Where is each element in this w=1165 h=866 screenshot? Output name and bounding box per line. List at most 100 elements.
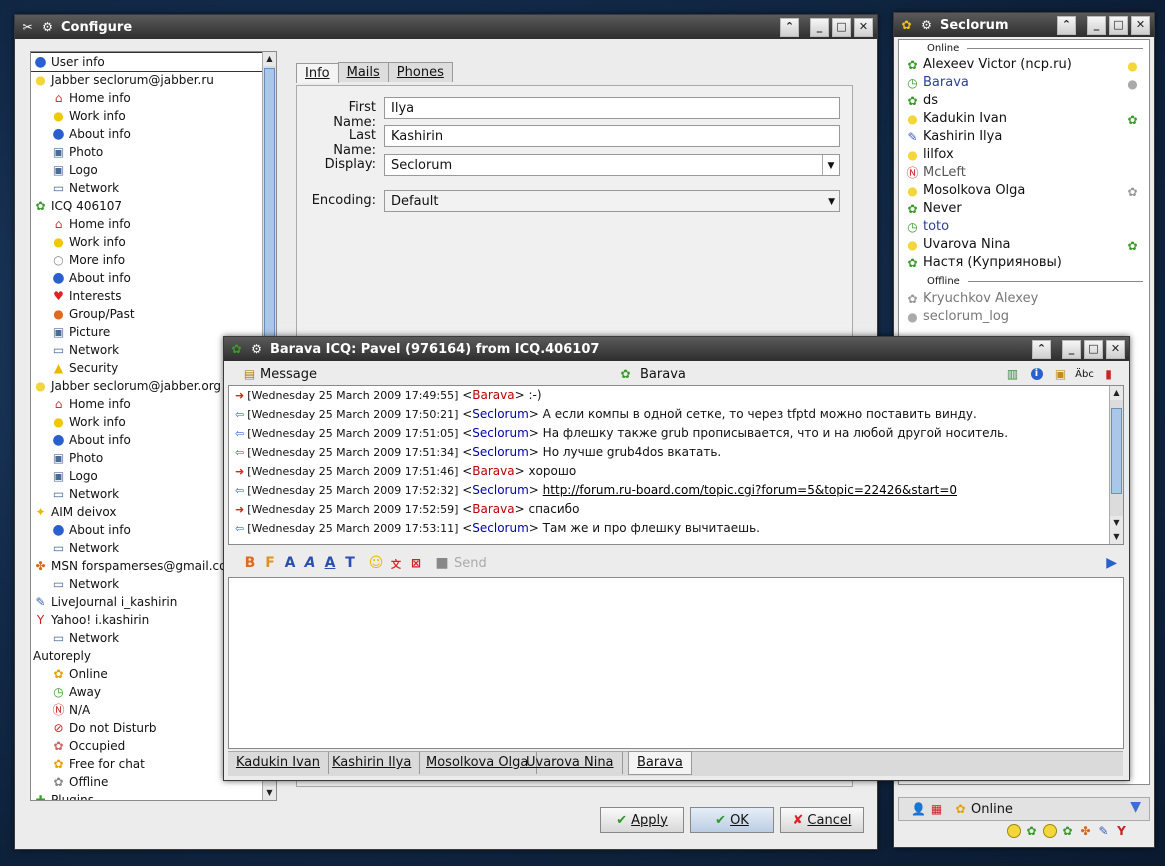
cancel-button[interactable]: ✘ Cancel	[780, 807, 864, 833]
maximize-button[interactable]: □	[1084, 340, 1103, 359]
chat-tab[interactable]: Uvarova Nina	[518, 752, 623, 774]
contacts-toggle-icon[interactable]: 👤	[911, 802, 926, 817]
scroll-down-arrow[interactable]: ▼	[263, 786, 276, 800]
contact-item[interactable]: ● Uvarova Nina ✿	[899, 236, 1149, 254]
contact-item[interactable]: ✿ Настя (Куприяновы)	[899, 254, 1149, 272]
icq-flower-icon[interactable]: ✿	[1024, 823, 1039, 838]
first-name-field[interactable]: Ilya	[384, 97, 840, 119]
contact-item[interactable]: ✿ ds	[899, 92, 1149, 110]
pencil-icon[interactable]: ✎	[1096, 823, 1111, 838]
roster-titlebar[interactable]: ✿ ⚙ Seclorum ⌃ _ □ ✕	[894, 13, 1154, 37]
status-label[interactable]: Online	[971, 802, 1013, 817]
history-icon[interactable]: ▥	[1005, 367, 1020, 382]
message-icon[interactable]: ▤	[242, 367, 257, 382]
send-arrow-icon[interactable]: ▶	[1106, 555, 1117, 571]
smiley-icon[interactable]: ☺	[366, 555, 386, 571]
tree-item[interactable]: ● About info	[31, 125, 263, 143]
tree-item[interactable]: ● About info	[31, 269, 263, 287]
message-log[interactable]: ➜ [Wednesday 25 March 2009 17:49:55] < Bar…	[228, 385, 1124, 545]
chat-tab[interactable]: Kashirin Ilya	[324, 752, 421, 774]
shade-button[interactable]: ⌃	[1032, 340, 1051, 359]
contact-item[interactable]: ✿ Alexeev Victor (ncp.ru) ●	[899, 56, 1149, 74]
encoding-select[interactable]: Default ▼	[384, 190, 840, 212]
contact-item[interactable]: ✿ Kryuchkov Alexey	[899, 290, 1149, 308]
tree-item[interactable]: ● Jabber seclorum@jabber.ru	[31, 71, 263, 89]
tree-item[interactable]: ⌂ Home info	[31, 89, 263, 107]
tree-item[interactable]: ● User info	[31, 52, 263, 72]
minimize-button[interactable]: _	[1062, 340, 1081, 359]
tree-item[interactable]: ○ More info	[31, 251, 263, 269]
contact-item[interactable]: ✿ Never	[899, 200, 1149, 218]
text-color-icon[interactable]: T	[340, 555, 360, 571]
message-input[interactable]	[228, 577, 1124, 749]
contact-item[interactable]: ✎ Kashirin Ilya	[899, 128, 1149, 146]
window-menu-icon[interactable]: ⚙	[40, 20, 55, 35]
window-menu-icon[interactable]: ⚙	[249, 342, 264, 357]
chevron-down-icon[interactable]: ▼	[822, 155, 839, 175]
send-button[interactable]: Send	[454, 556, 487, 571]
scroll-thumb[interactable]	[1111, 408, 1122, 494]
tree-item[interactable]: ● Work info	[31, 233, 263, 251]
font-icon[interactable]: A	[280, 555, 300, 571]
tab-info[interactable]: Info	[296, 63, 339, 83]
configure-titlebar[interactable]: ✂ ⚙ Configure ⌃ _ □ ✕	[15, 15, 877, 39]
hide-offline-icon[interactable]: ▦	[929, 802, 944, 817]
offline-group-header[interactable]: Offline	[899, 272, 1149, 290]
italic-icon[interactable]: F	[260, 555, 280, 571]
display-combo[interactable]: Seclorum ▼	[384, 154, 840, 176]
chevron-down-icon[interactable]: ▼	[828, 191, 835, 213]
contact-item[interactable]: ● lilfox	[899, 146, 1149, 164]
maximize-button[interactable]: □	[1109, 16, 1128, 35]
scroll-end-arrow[interactable]: ▼	[1110, 530, 1123, 544]
online-group-header[interactable]: Online	[899, 40, 1149, 56]
contact-name-label[interactable]: Barava	[640, 367, 686, 382]
close-button[interactable]: ✕	[854, 18, 873, 37]
ok-button[interactable]: ✔ OK	[690, 807, 774, 833]
clear-icon[interactable]: ⊠	[406, 556, 426, 570]
quote-icon[interactable]: ▮	[1101, 367, 1116, 382]
scroll-down-arrow[interactable]: ▼	[1110, 516, 1123, 530]
chat-titlebar[interactable]: ✿ ⚙ Barava ICQ: Pavel (976164) from ICQ.…	[224, 337, 1129, 361]
chat-tab[interactable]: Kadukin Ivan	[228, 752, 329, 774]
close-button[interactable]: ✕	[1106, 340, 1125, 359]
spellcheck-icon[interactable]: Äbc	[1075, 367, 1094, 382]
tree-item[interactable]: ✚ Plugins	[31, 791, 263, 800]
stop-icon[interactable]: ■	[432, 555, 452, 571]
scroll-up-arrow[interactable]: ▲	[1110, 386, 1123, 400]
tab-phones[interactable]: Phones	[387, 62, 453, 82]
shade-button[interactable]: ⌃	[780, 18, 799, 37]
contact-item[interactable]: ● seclorum_log	[899, 308, 1149, 326]
info-icon[interactable]: i	[1029, 367, 1044, 382]
bold-icon[interactable]: B	[240, 555, 260, 571]
window-menu-icon[interactable]: ⚙	[919, 18, 934, 33]
last-name-field[interactable]: Kashirin	[384, 125, 840, 147]
log-scrollbar[interactable]: ▲ ▼ ▼	[1109, 386, 1123, 544]
message-link[interactable]: http://forum.ru-board.com/topic.cgi?foru…	[543, 481, 957, 500]
underline-icon[interactable]: A	[320, 555, 340, 571]
message-menu[interactable]: Message	[260, 367, 317, 382]
shade-button[interactable]: ⌃	[1057, 16, 1076, 35]
tree-item[interactable]: ▭ Network	[31, 179, 263, 197]
contact-item[interactable]: ◷ toto	[899, 218, 1149, 236]
maximize-button[interactable]: □	[832, 18, 851, 37]
font-italic-icon[interactable]: A	[300, 555, 320, 571]
apply-button[interactable]: ✔ Apply	[600, 807, 684, 833]
scroll-up-arrow[interactable]: ▲	[263, 52, 276, 66]
contact-item[interactable]: Ⓝ McLeft	[899, 164, 1149, 182]
tree-item[interactable]: ⌂ Home info	[31, 215, 263, 233]
close-button[interactable]: ✕	[1131, 16, 1150, 35]
tree-item[interactable]: ♥ Interests	[31, 287, 263, 305]
tree-item[interactable]: ▣ Photo	[31, 143, 263, 161]
contact-item[interactable]: ● Mosolkova Olga ✿	[899, 182, 1149, 200]
msn-butterfly-icon[interactable]: ✤	[1078, 823, 1093, 838]
tree-item[interactable]: ● Work info	[31, 107, 263, 125]
contact-item[interactable]: ◷ Barava ●	[899, 74, 1149, 92]
status-away-icon[interactable]: ✿	[1060, 823, 1075, 838]
tree-item[interactable]: ▣ Logo	[31, 161, 263, 179]
status-menu-arrow-icon[interactable]: ▼	[1130, 799, 1141, 815]
yahoo-icon[interactable]: Y	[1114, 823, 1129, 838]
translit-icon[interactable]: 文	[386, 556, 406, 571]
minimize-button[interactable]: _	[1087, 16, 1106, 35]
jabber-bulb-icon[interactable]	[1042, 823, 1057, 838]
tab-mails[interactable]: Mails	[337, 62, 389, 82]
